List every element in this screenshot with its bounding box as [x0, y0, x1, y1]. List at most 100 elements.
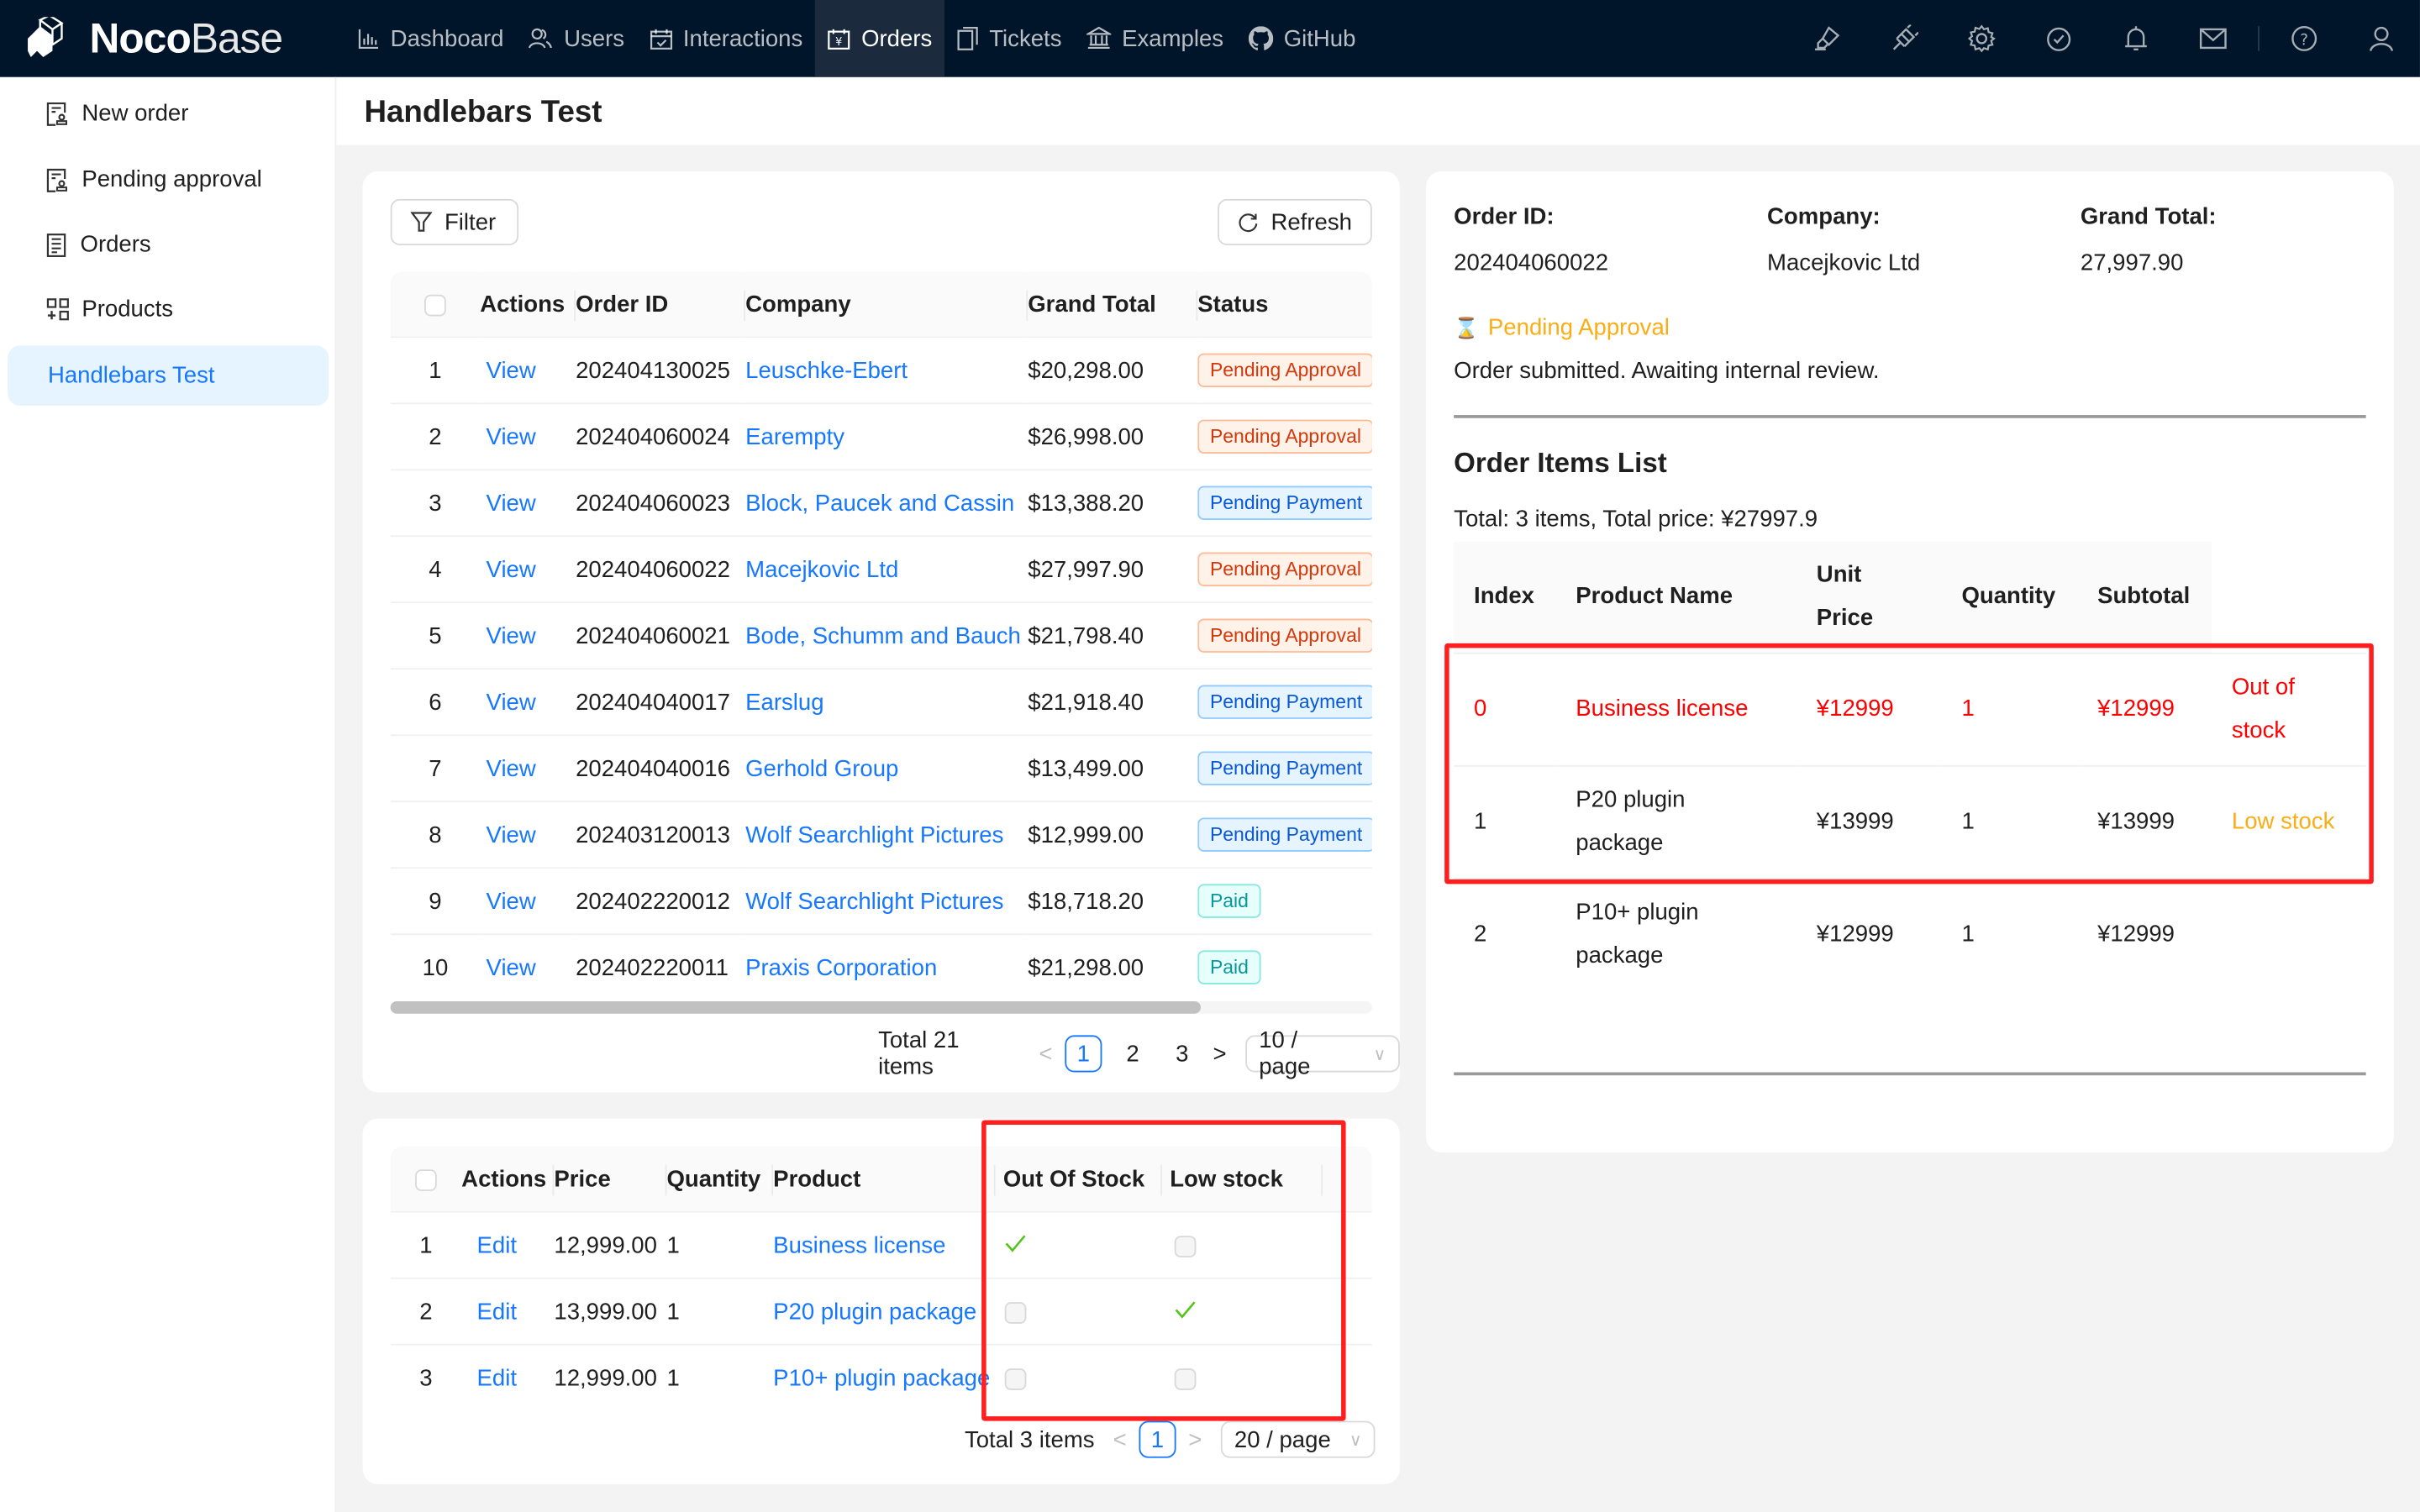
sidebar-item-orders[interactable]: Orders — [8, 214, 329, 275]
prev-page-button[interactable]: < — [1113, 1426, 1127, 1452]
out-of-stock-cell — [995, 1343, 1163, 1409]
column-header-company[interactable]: Company — [745, 271, 1028, 338]
view-link[interactable]: View — [487, 888, 536, 914]
table-row: 7 View 202404040016 Gerhold Group $13,499.00… — [390, 734, 1372, 802]
view-link[interactable]: View — [487, 490, 536, 516]
sidebar-item-new-order[interactable]: New order — [8, 83, 329, 144]
page-3-button[interactable]: 3 — [1164, 1035, 1201, 1072]
refresh-button[interactable]: Refresh — [1218, 198, 1372, 246]
user-menu-button[interactable] — [2343, 0, 2420, 77]
company-link[interactable]: Wolf Searchlight Pictures — [745, 888, 1003, 914]
view-link[interactable]: View — [487, 689, 536, 715]
view-link[interactable]: View — [487, 622, 536, 648]
table-row: 3 View 202404060023 Block, Paucek and Cassi… — [390, 469, 1372, 537]
page-size-select[interactable]: 20 / page ∨ — [1220, 1420, 1376, 1458]
product-link[interactable]: P20 plugin package — [773, 1299, 976, 1325]
theme-editor-button[interactable] — [1789, 0, 1866, 77]
unchecked-checkbox — [1174, 1368, 1197, 1390]
nav-dashboard[interactable]: Dashboard — [345, 0, 516, 77]
product-link[interactable]: P10+ plugin package — [773, 1365, 990, 1391]
index-cell: 1 — [1454, 765, 1556, 879]
check-circle-icon — [2047, 27, 2071, 51]
table-row: 9 View 202402220012 Wolf Searchlight Pictur… — [390, 867, 1372, 935]
quantity-cell: 1 — [1941, 652, 2078, 766]
table-row: 1 Edit 12,999.00 1 Business license — [390, 1210, 1372, 1278]
column-header-grand-total[interactable]: Grand Total — [1028, 271, 1198, 338]
column-header-order-id[interactable]: Order ID — [576, 271, 746, 338]
view-link[interactable]: View — [487, 357, 536, 383]
order-id-cell: 202404040016 — [576, 734, 746, 802]
horizontal-scrollbar[interactable] — [390, 1001, 1201, 1014]
company-link[interactable]: Macejkovic Ltd — [1767, 250, 1920, 276]
filter-label: Filter — [444, 208, 497, 236]
view-link[interactable]: View — [487, 556, 536, 582]
view-link[interactable]: View — [487, 423, 536, 449]
table-row: 6 View 202404040017 Earslug $21,918.40 Pendin… — [390, 668, 1372, 736]
page-1-button[interactable]: 1 — [1065, 1035, 1102, 1073]
edit-link[interactable]: Edit — [477, 1232, 517, 1258]
nav-github-label: GitHub — [1283, 25, 1356, 52]
view-link[interactable]: View — [487, 954, 536, 980]
logo-text-light: Base — [190, 14, 283, 61]
nav-orders[interactable]: ¥ Orders — [814, 0, 944, 77]
next-page-button[interactable]: > — [1213, 1041, 1227, 1067]
company-link[interactable]: Bode, Schumm and Bauch — [745, 622, 1021, 648]
prev-page-button[interactable]: < — [1039, 1041, 1052, 1067]
page-size-select[interactable]: 10 / page ∨ — [1244, 1027, 1400, 1080]
edit-link[interactable]: Edit — [477, 1365, 517, 1391]
page-size-value: 20 / page — [1234, 1426, 1331, 1453]
filter-button[interactable]: Filter — [390, 198, 519, 246]
company-link[interactable]: Earempty — [745, 423, 844, 449]
nav-examples[interactable]: Examples — [1074, 0, 1236, 77]
select-all-checkbox[interactable] — [424, 293, 446, 316]
document-icon — [46, 232, 68, 257]
product-link[interactable]: Business license — [773, 1232, 945, 1258]
order-detail-block: Order ID: 202404060022 Company: Macejkov… — [1426, 171, 2394, 1153]
company-link[interactable]: Block, Paucek and Cassin — [745, 490, 1014, 516]
table-row: 4 View 202404060022 Macejkovic Ltd $27,997.9… — [390, 535, 1372, 603]
plugin-manager-button[interactable] — [1866, 0, 1944, 77]
column-header-quantity[interactable]: Quantity — [666, 1146, 774, 1212]
messages-button[interactable] — [2175, 0, 2252, 77]
column-header-price[interactable]: Price — [554, 1146, 667, 1212]
view-link[interactable]: View — [487, 822, 536, 848]
company-link[interactable]: Wolf Searchlight Pictures — [745, 822, 1003, 848]
logo-icon — [28, 17, 64, 57]
notifications-button[interactable] — [2097, 0, 2175, 77]
edit-link[interactable]: Edit — [477, 1299, 517, 1325]
sidebar-item-handlebars-test[interactable]: Handlebars Test — [8, 345, 329, 407]
company-link[interactable]: Earslug — [745, 689, 823, 715]
company-link[interactable]: Macejkovic Ltd — [745, 556, 898, 582]
row-index: 7 — [390, 734, 481, 802]
company-link[interactable]: Praxis Corporation — [745, 954, 937, 980]
nav-users[interactable]: Users — [516, 0, 637, 77]
next-page-button[interactable]: > — [1188, 1426, 1202, 1452]
column-header-low-stock[interactable]: Low stock — [1162, 1146, 1323, 1212]
orders-table-viewport: Actions Order ID Company Grand Total Sta… — [390, 271, 1372, 997]
tasks-button[interactable] — [2020, 0, 2097, 77]
settings-button[interactable] — [1943, 0, 2020, 77]
page-1-button[interactable]: 1 — [1139, 1420, 1176, 1458]
divider — [1454, 1072, 2366, 1076]
select-all-checkbox[interactable] — [415, 1168, 437, 1191]
order-id-cell: 202404060022 — [576, 535, 746, 603]
grand-total-cell: $21,298.00 — [1028, 933, 1198, 997]
items-pagination: Total 3 items < 1 > 20 / page ∨ — [965, 1420, 1376, 1458]
page-2-button[interactable]: 2 — [1114, 1035, 1151, 1072]
nav-github[interactable]: GitHub — [1236, 0, 1368, 77]
mail-icon — [2199, 28, 2227, 50]
sidebar-item-pending-approval[interactable]: Pending approval — [8, 150, 329, 210]
company-link[interactable]: Gerhold Group — [745, 755, 898, 781]
help-button[interactable]: ? — [2265, 0, 2343, 77]
column-header-product[interactable]: Product — [773, 1146, 996, 1212]
sidebar-item-products[interactable]: Products — [8, 279, 329, 339]
view-link[interactable]: View — [487, 755, 536, 781]
nocobase-logo[interactable]: Noco Base — [24, 14, 333, 62]
column-header-status[interactable]: Status — [1197, 271, 1372, 338]
company-link[interactable]: Leuschke-Ebert — [745, 357, 908, 383]
pagination-total: Total 21 items — [878, 1027, 960, 1080]
nav-tickets[interactable]: Tickets — [944, 0, 1074, 77]
grand-total-cell: $13,499.00 — [1028, 734, 1198, 802]
nav-interactions[interactable]: Interactions — [637, 0, 815, 77]
column-header-out-of-stock[interactable]: Out Of Stock — [995, 1146, 1163, 1212]
